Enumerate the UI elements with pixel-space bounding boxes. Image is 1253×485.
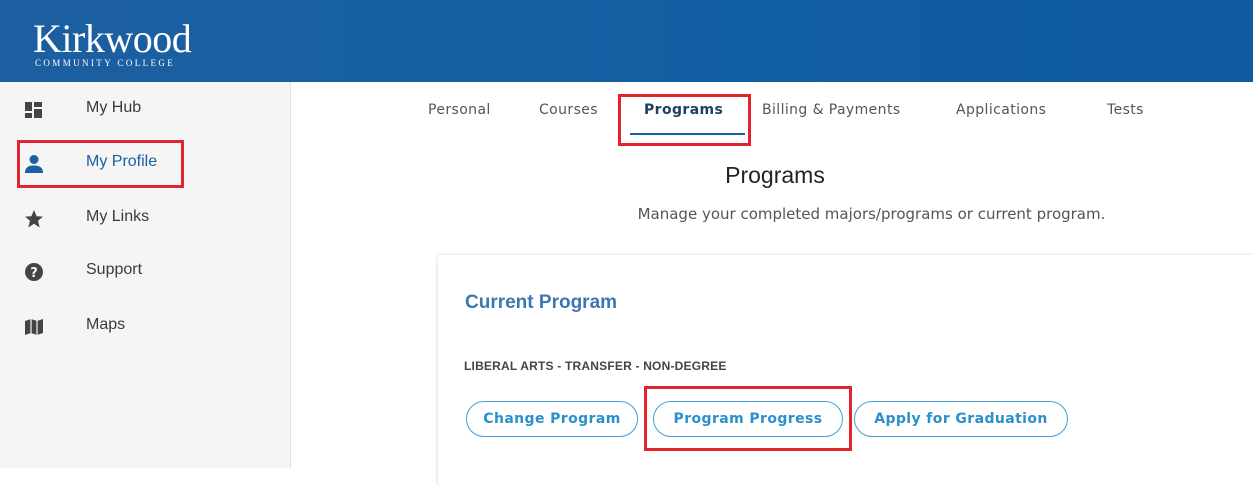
page-subtitle: Manage your completed majors/programs or…: [637, 205, 1106, 223]
sidebar-item-label: My Profile: [86, 153, 158, 170]
tab-applications[interactable]: Applications: [956, 102, 1046, 118]
tab-billing-payments[interactable]: Billing & Payments: [762, 102, 901, 118]
sidebar-item-my-hub[interactable]: My Hub: [0, 90, 291, 130]
sidebar-item-my-profile[interactable]: My Profile: [0, 144, 291, 184]
current-program-card: Current Program LIBERAL ARTS - TRANSFER …: [438, 255, 1253, 485]
profile-tabs: Personal Courses Programs Billing & Paym…: [292, 82, 1253, 140]
sidebar-item-support[interactable]: ? Support: [0, 252, 291, 292]
sidebar-item-label: My Links: [86, 208, 150, 225]
help-circle-icon: ?: [24, 262, 44, 282]
logo-wordmark: Kirkwood: [33, 16, 192, 61]
sidebar-item-my-links[interactable]: My Links: [0, 199, 291, 239]
card-heading: Current Program: [465, 292, 618, 313]
change-program-button[interactable]: Change Program: [466, 401, 638, 437]
program-progress-button[interactable]: Program Progress: [653, 401, 843, 437]
page-title: Programs: [725, 162, 825, 188]
active-tab-indicator: [630, 133, 745, 135]
kirkwood-logo[interactable]: Kirkwood COMMUNITY COLLEGE: [33, 16, 192, 69]
sidebar-item-label: My Hub: [86, 99, 142, 116]
star-icon: [24, 209, 44, 229]
sidebar-item-maps[interactable]: Maps: [0, 307, 291, 347]
sidebar-nav: My Hub My Profile My Links ? Support Map…: [0, 82, 291, 468]
map-icon: [24, 317, 44, 337]
apply-for-graduation-button[interactable]: Apply for Graduation: [854, 401, 1068, 437]
tab-tests[interactable]: Tests: [1107, 102, 1144, 118]
dashboard-grid-icon: [24, 100, 44, 120]
tab-courses[interactable]: Courses: [539, 102, 598, 118]
svg-text:?: ?: [30, 266, 38, 281]
logo-subtext: COMMUNITY COLLEGE: [35, 58, 176, 68]
sidebar-item-label: Support: [86, 261, 143, 278]
person-icon: [24, 154, 44, 174]
sidebar-item-label: Maps: [86, 316, 126, 333]
current-program-name: LIBERAL ARTS - TRANSFER - NON-DEGREE: [464, 359, 727, 373]
top-header-bar: Kirkwood COMMUNITY COLLEGE: [0, 0, 1253, 82]
tab-personal[interactable]: Personal: [428, 102, 491, 118]
tab-programs[interactable]: Programs: [644, 102, 723, 118]
